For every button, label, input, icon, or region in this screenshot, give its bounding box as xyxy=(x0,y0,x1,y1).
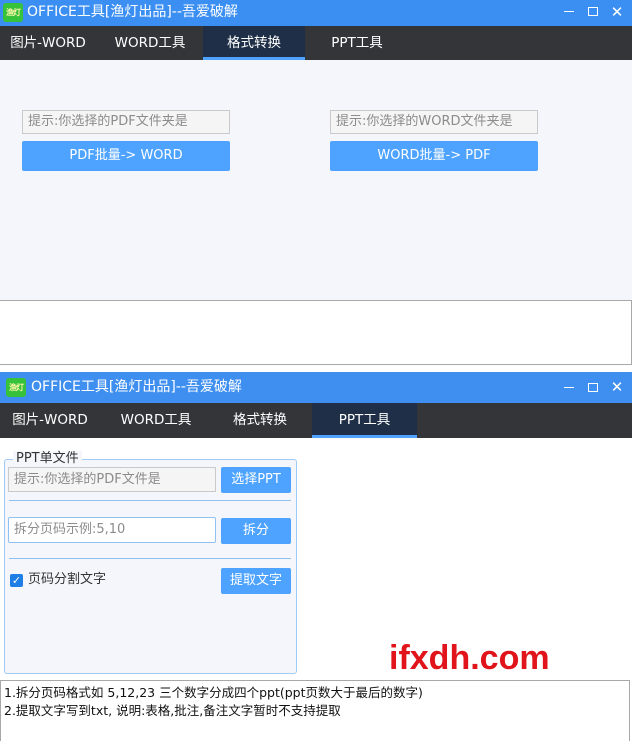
tab-word-tools[interactable]: WORD工具 xyxy=(104,403,208,438)
split-text-checkbox[interactable]: ✓ xyxy=(10,574,23,587)
office-tool-window-format: 渔灯 OFFICE工具[渔灯出品]--吾爱破解 ✕ 图片-WORD WORD工具… xyxy=(0,0,632,365)
close-button[interactable]: ✕ xyxy=(604,0,630,26)
format-convert-panel: 提示:你选择的PDF文件夹是 PDF批量-> WORD 提示:你选择的WORD文… xyxy=(0,60,632,300)
tab-format-convert[interactable]: 格式转换 xyxy=(210,403,310,438)
tab-bar: 图片-WORD WORD工具 格式转换 PPT工具 xyxy=(0,403,632,438)
tab-ppt-tools[interactable]: PPT工具 xyxy=(307,26,407,60)
window-title: OFFICE工具[渔灯出品]--吾爱破解 xyxy=(31,379,242,395)
minimize-button[interactable] xyxy=(556,372,582,403)
tab-bar: 图片-WORD WORD工具 格式转换 PPT工具 xyxy=(0,26,632,60)
title-bar[interactable]: 渔灯 OFFICE工具[渔灯出品]--吾爱破解 ✕ xyxy=(0,372,632,403)
group-title: PPT单文件 xyxy=(13,451,82,467)
tab-image-word[interactable]: 图片-WORD xyxy=(0,403,100,438)
office-tool-window-ppt: 渔灯 OFFICE工具[渔灯出品]--吾爱破解 ✕ 图片-WORD WORD工具… xyxy=(0,372,632,741)
extract-text-button[interactable]: 提取文字 xyxy=(221,568,291,594)
maximize-button[interactable] xyxy=(580,372,606,403)
pdf-folder-field[interactable]: 提示:你选择的PDF文件夹是 xyxy=(22,110,230,134)
note-line: 2.提取文字写到txt, 说明:表格,批注,备注文字暂时不支持提取 xyxy=(4,703,341,718)
window-title: OFFICE工具[渔灯出品]--吾爱破解 xyxy=(27,4,238,20)
tab-word-tools[interactable]: WORD工具 xyxy=(100,26,200,60)
minimize-button[interactable] xyxy=(556,0,582,26)
tab-ppt-tools[interactable]: PPT工具 xyxy=(312,403,417,438)
app-logo: 渔灯 xyxy=(6,378,26,397)
site-watermark: ifxdh.com xyxy=(389,639,550,677)
select-ppt-button[interactable]: 选择PPT xyxy=(221,467,291,493)
maximize-icon xyxy=(588,7,598,16)
tab-image-word[interactable]: 图片-WORD xyxy=(0,26,96,60)
word-to-pdf-batch-button[interactable]: WORD批量-> PDF xyxy=(330,141,538,171)
tab-format-convert[interactable]: 格式转换 xyxy=(203,26,305,60)
split-button[interactable]: 拆分 xyxy=(221,518,291,544)
screenshot-divider xyxy=(0,365,632,372)
divider xyxy=(9,500,291,501)
maximize-icon xyxy=(588,383,598,392)
close-icon: ✕ xyxy=(610,378,624,396)
app-logo: 渔灯 xyxy=(3,3,23,22)
pdf-to-word-batch-button[interactable]: PDF批量-> WORD xyxy=(22,141,230,171)
close-icon: ✕ xyxy=(610,3,624,21)
word-folder-field[interactable]: 提示:你选择的WORD文件夹是 xyxy=(330,110,538,134)
minimize-icon xyxy=(564,387,574,388)
maximize-button[interactable] xyxy=(580,0,606,26)
ppt-single-file-group: PPT单文件 提示:你选择的PDF文件是 选择PPT 拆分页码示例:5,10 拆… xyxy=(4,451,297,674)
log-output-area[interactable] xyxy=(0,300,632,365)
minimize-icon xyxy=(564,11,574,12)
title-bar[interactable]: 渔灯 OFFICE工具[渔灯出品]--吾爱破解 ✕ xyxy=(0,0,632,26)
close-button[interactable]: ✕ xyxy=(604,372,630,403)
notes-text-area[interactable]: 1.拆分页码格式如 5,12,23 三个数字分成四个ppt(ppt页数大于最后的… xyxy=(0,680,630,741)
ppt-file-field[interactable]: 提示:你选择的PDF文件是 xyxy=(8,467,216,492)
split-pages-input[interactable]: 拆分页码示例:5,10 xyxy=(8,517,216,543)
split-text-checkbox-label: 页码分割文字 xyxy=(28,572,107,587)
ppt-tools-panel: PPT单文件 提示:你选择的PDF文件是 选择PPT 拆分页码示例:5,10 拆… xyxy=(0,438,632,741)
note-line: 1.拆分页码格式如 5,12,23 三个数字分成四个ppt(ppt页数大于最后的… xyxy=(4,685,423,700)
divider xyxy=(9,558,291,559)
